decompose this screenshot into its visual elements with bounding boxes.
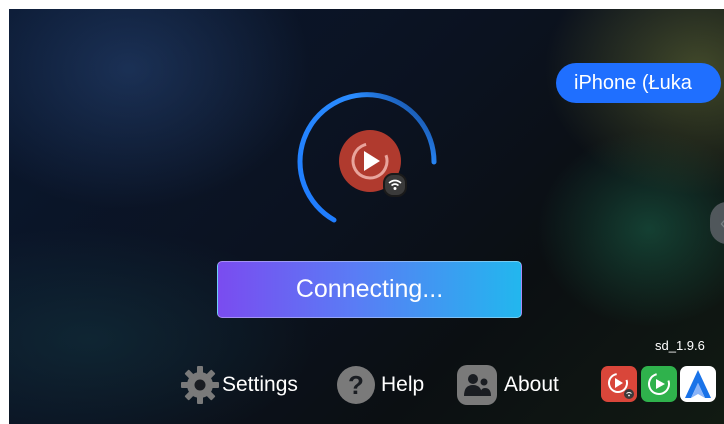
wifi-icon	[383, 173, 407, 197]
device-name-pill[interactable]: iPhone (Łuka	[556, 63, 721, 103]
connecting-button[interactable]: Connecting...	[217, 261, 522, 318]
device-name-label: iPhone (Łuka	[574, 72, 692, 94]
about-button[interactable]: About	[456, 365, 559, 405]
chevron-left-icon: ‹	[720, 213, 724, 234]
people-icon	[457, 365, 497, 405]
carplay-connect-screen: iPhone (Łuka ‹ Connecting...	[9, 9, 724, 424]
settings-button[interactable]: Settings	[179, 365, 298, 405]
about-label: About	[504, 373, 559, 396]
svg-text:?: ?	[348, 370, 364, 400]
android-auto-app-icon[interactable]	[680, 366, 716, 402]
connecting-label: Connecting...	[295, 275, 444, 303]
carplay-app-icon[interactable]	[641, 366, 677, 402]
version-label: sd_1.9.6	[655, 338, 705, 353]
side-drawer-handle[interactable]: ‹	[710, 202, 724, 244]
help-label: Help	[381, 373, 425, 396]
help-button[interactable]: ? Help	[335, 365, 424, 405]
gear-icon	[181, 366, 219, 404]
settings-label: Settings	[222, 373, 298, 396]
carplay-wireless-app-icon[interactable]	[601, 366, 637, 402]
question-icon: ?	[337, 366, 375, 404]
